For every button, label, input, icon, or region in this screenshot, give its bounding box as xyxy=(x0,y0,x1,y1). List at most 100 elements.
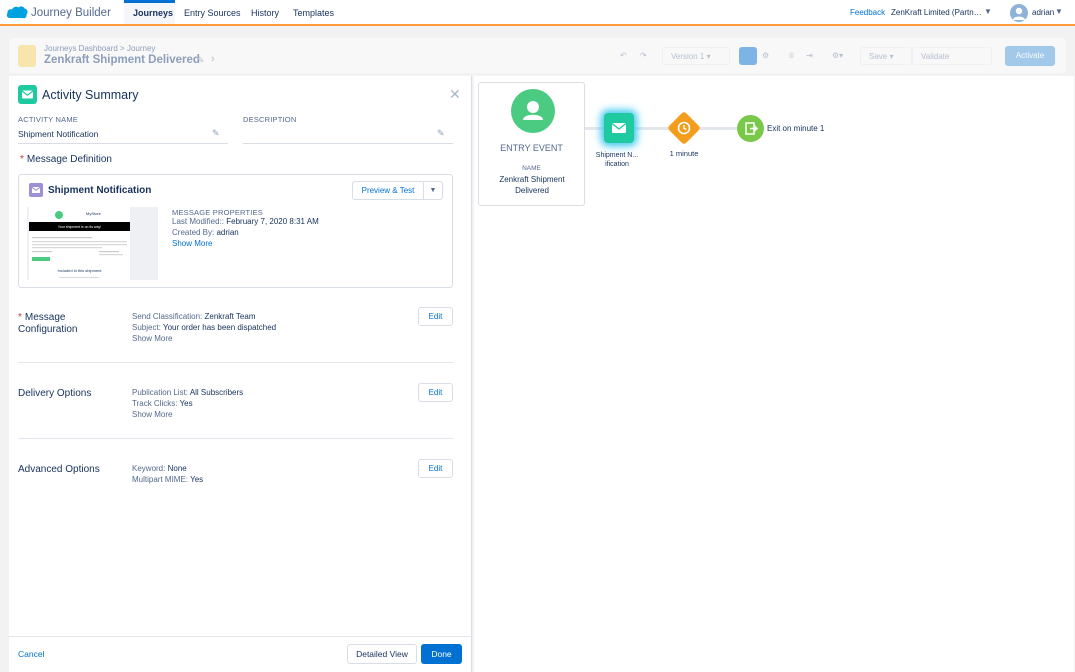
send-classification-row: Send Classification: Zenkraft Team xyxy=(132,312,255,321)
exit-node-label: Exit on minute 1 xyxy=(767,124,825,133)
tab-entry-sources[interactable]: Entry Sources xyxy=(175,0,250,24)
user-name[interactable]: adrian xyxy=(1032,8,1054,17)
org-switcher[interactable]: ZenKraft Limited (Partn… xyxy=(891,8,982,17)
pencil-icon[interactable]: ✎ xyxy=(212,128,220,139)
settings-icon[interactable]: ⚙▾ xyxy=(832,47,843,65)
entry-name-label: NAME xyxy=(522,165,541,172)
trophy-icon[interactable]: ♕ xyxy=(788,47,795,65)
version-label: Version 1 xyxy=(671,52,705,61)
chevron-down-icon[interactable]: ▼ xyxy=(1055,7,1063,16)
entry-name: Zenkraft Shipment Delivered xyxy=(499,175,565,195)
entry-event-label: ENTRY EVENT xyxy=(500,143,563,153)
tab-journeys[interactable]: Journeys xyxy=(124,0,175,24)
cancel-link[interactable]: Cancel xyxy=(18,649,44,659)
tools-icon[interactable]: ⚙ xyxy=(762,47,769,65)
email-activity-node[interactable] xyxy=(604,113,634,143)
delivery-options-title: Delivery Options xyxy=(18,388,92,399)
track-clicks-label: Track Clicks: xyxy=(132,399,178,408)
subject-value: Your order has been dispatched xyxy=(162,323,277,332)
detailed-view-button[interactable]: Detailed View xyxy=(347,644,417,664)
keyword-value: None xyxy=(167,464,187,473)
message-configuration-label: Message Configuration xyxy=(18,312,78,335)
person-icon xyxy=(523,101,543,120)
multipart-mime-value: Yes xyxy=(190,475,204,484)
undo-icon[interactable]: ↶ xyxy=(620,47,627,65)
feedback-link[interactable]: Feedback xyxy=(850,8,885,17)
message-properties-heading: MESSAGE PROPERTIES xyxy=(172,208,263,217)
message-definition-title: * Message Definition xyxy=(20,154,112,165)
keyword-label: Keyword: xyxy=(132,464,166,473)
preview-test-button[interactable]: Preview & Test xyxy=(352,181,424,200)
activity-name-label: ACTIVITY NAME xyxy=(18,115,78,124)
thumb-included: Included in this shipment xyxy=(57,268,102,273)
send-classification-label: Send Classification: xyxy=(132,312,203,321)
thumb-heading: Your shipment is on its way! xyxy=(57,224,102,229)
thumb-brand: MyStore xyxy=(86,211,101,216)
activate-button[interactable]: Activate xyxy=(1005,46,1055,66)
redo-icon[interactable]: ↷ xyxy=(640,47,647,65)
publication-list-label: Publication List: xyxy=(132,388,189,397)
save-label: Save xyxy=(869,52,888,61)
field-underline xyxy=(18,143,228,144)
journey-icon xyxy=(18,45,36,67)
journey-title: Zenkraft Shipment Delivered xyxy=(44,54,200,66)
chevron-right-icon[interactable]: › xyxy=(211,53,215,65)
created-by-value: adrian xyxy=(216,228,239,237)
footer-divider xyxy=(9,636,472,637)
tab-history[interactable]: History xyxy=(242,0,288,24)
chevron-down-icon[interactable]: ▼ xyxy=(984,7,992,16)
user-icon xyxy=(1013,7,1025,20)
salesforce-cloud-icon[interactable] xyxy=(6,5,28,20)
email-message-icon xyxy=(29,183,43,197)
close-icon[interactable]: ✕ xyxy=(449,87,461,101)
show-more-link[interactable]: Show More xyxy=(172,239,212,248)
message-configuration-title: * Message Configuration xyxy=(18,312,78,335)
show-more-link[interactable]: Show More xyxy=(132,410,172,419)
subject-label: Subject: xyxy=(132,323,161,332)
pencil-icon[interactable]: ✎ xyxy=(197,55,205,66)
validate-button[interactable]: Validate xyxy=(912,47,992,65)
app-name: Journey Builder xyxy=(31,7,111,19)
edit-mode-button[interactable] xyxy=(739,47,757,65)
edit-delivery-button[interactable]: Edit xyxy=(418,383,453,402)
pencil-icon[interactable]: ✎ xyxy=(437,128,445,139)
version-select[interactable]: Version 1 ▾ xyxy=(662,47,730,65)
show-more-link[interactable]: Show More xyxy=(132,334,172,343)
entry-event-icon xyxy=(511,89,555,133)
breadcrumb[interactable]: Journeys Dashboard > Journey xyxy=(44,44,155,53)
subject-row: Subject: Your order has been dispatched xyxy=(132,323,276,332)
description-label: DESCRIPTION xyxy=(243,115,297,124)
edit-advanced-button[interactable]: Edit xyxy=(418,459,453,478)
last-modified-row: Last Modified:: February 7, 2020 8:31 AM xyxy=(172,217,319,226)
keyword-row: Keyword: None xyxy=(132,464,187,473)
exit-node[interactable] xyxy=(737,115,764,142)
envelope-icon xyxy=(611,122,627,133)
done-button[interactable]: Done xyxy=(421,644,462,664)
multipart-mime-row: Multipart MIME: Yes xyxy=(132,475,203,484)
avatar[interactable] xyxy=(1010,4,1028,22)
created-by-label: Created By: xyxy=(172,228,215,237)
save-button[interactable]: Save ▾ xyxy=(860,47,912,65)
multipart-mime-label: Multipart MIME: xyxy=(132,475,189,484)
message-definition-label: Message Definition xyxy=(26,154,112,165)
panel-title: Activity Summary xyxy=(42,88,139,102)
activity-name-field[interactable]: Shipment Notification xyxy=(18,129,98,139)
section-divider xyxy=(18,438,453,439)
publication-list-row: Publication List: All Subscribers xyxy=(132,388,243,397)
publication-list-value: All Subscribers xyxy=(189,388,244,397)
email-node-label: Shipment N... ification xyxy=(595,152,639,168)
envelope-icon xyxy=(31,186,41,193)
track-clicks-row: Track Clicks: Yes xyxy=(132,399,193,408)
field-underline xyxy=(243,143,453,144)
track-clicks-value: Yes xyxy=(179,399,193,408)
tab-templates[interactable]: Templates xyxy=(284,0,343,24)
chevron-down-icon[interactable]: ▼ xyxy=(423,181,443,200)
exit-criteria-icon[interactable]: ⇥ xyxy=(806,47,813,65)
last-modified-label: Last Modified:: xyxy=(172,217,225,226)
edit-configuration-button[interactable]: Edit xyxy=(418,307,453,326)
section-divider xyxy=(18,362,453,363)
message-name: Shipment Notification xyxy=(48,185,152,196)
clock-icon xyxy=(677,121,691,135)
email-activity-icon xyxy=(18,85,37,104)
advanced-options-title: Advanced Options xyxy=(18,464,100,475)
